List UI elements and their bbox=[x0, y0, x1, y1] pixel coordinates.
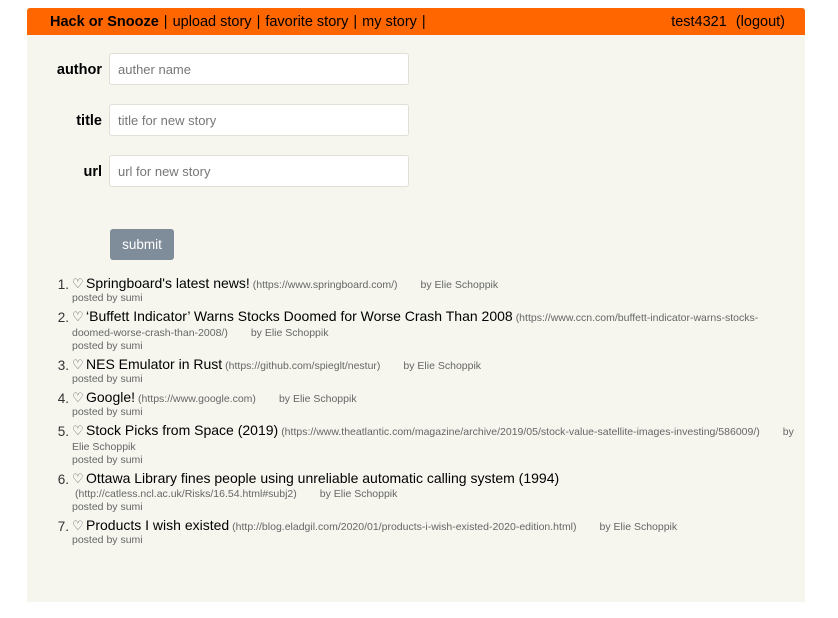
story-item: 3. ♡ NES Emulator in Rust (https://github.… bbox=[58, 357, 798, 385]
story-item: 1. ♡ Springboard's latest news! (https://w… bbox=[58, 276, 798, 304]
story-title-link[interactable]: Google! bbox=[86, 389, 135, 405]
heart-outline-icon[interactable]: ♡ bbox=[72, 391, 86, 405]
story-hostname[interactable]: (https://www.springboard.com/) bbox=[253, 279, 398, 291]
story-title-link[interactable]: Stock Picks from Space (2019) bbox=[86, 422, 278, 438]
brand-link[interactable]: Hack or Snooze bbox=[50, 14, 159, 30]
story-posted-by: posted by sumi bbox=[72, 501, 143, 513]
author-label: author bbox=[56, 62, 102, 78]
story-posted-by: posted by sumi bbox=[72, 340, 143, 352]
heart-outline-icon[interactable]: ♡ bbox=[72, 310, 86, 324]
story-author: by Elie Schoppik bbox=[319, 488, 398, 500]
nav-separator: | bbox=[163, 13, 168, 30]
heart-outline-icon[interactable]: ♡ bbox=[72, 358, 86, 372]
story-number: 5. bbox=[57, 424, 69, 439]
story-title-link[interactable]: Springboard's latest news! bbox=[86, 275, 250, 291]
story-item: 5. ♡ Stock Picks from Space (2019) (https:… bbox=[58, 423, 798, 466]
story-author: by Elie Schoppik bbox=[403, 360, 482, 372]
page-container: Hack or Snooze | upload story | favorite… bbox=[27, 8, 805, 602]
story-author: by Elie Schoppik bbox=[420, 279, 499, 291]
story-hostname[interactable]: (https://www.google.com) bbox=[138, 393, 256, 405]
new-story-form: author title url submit bbox=[27, 35, 805, 275]
submit-button[interactable]: submit bbox=[110, 229, 174, 260]
story-posted-by: posted by sumi bbox=[72, 534, 143, 546]
story-title-link[interactable]: Products I wish existed bbox=[86, 517, 229, 533]
title-label: title bbox=[76, 113, 102, 129]
nav-separator: | bbox=[421, 13, 426, 30]
story-posted-by: posted by sumi bbox=[72, 292, 143, 304]
story-title-link[interactable]: ‘Buffett Indicator’ Warns Stocks Doomed … bbox=[86, 308, 513, 324]
url-row: url bbox=[27, 155, 447, 189]
story-item: 4. ♡ Google! (https://www.google.com) by El… bbox=[58, 390, 798, 418]
story-list: 1. ♡ Springboard's latest news! (https://w… bbox=[58, 276, 798, 551]
story-title-link[interactable]: Ottawa Library fines people using unreli… bbox=[86, 470, 559, 486]
url-input[interactable] bbox=[109, 155, 409, 187]
story-posted-by: posted by sumi bbox=[72, 454, 143, 466]
story-item: 7. ♡ Products I wish existed (http://blog.… bbox=[58, 518, 798, 546]
story-hostname[interactable]: (https://github.com/spieglt/nestur) bbox=[225, 360, 380, 372]
nav-upload-story[interactable]: upload story bbox=[173, 14, 252, 30]
title-input[interactable] bbox=[109, 104, 409, 136]
story-title-link[interactable]: NES Emulator in Rust bbox=[86, 356, 222, 372]
nav-user-area: test4321 (logout) bbox=[671, 8, 785, 35]
nav-my-story[interactable]: my story bbox=[362, 14, 417, 30]
story-posted-by: posted by sumi bbox=[72, 406, 143, 418]
nav-favorite-story[interactable]: favorite story bbox=[265, 14, 348, 30]
story-number: 1. bbox=[57, 277, 69, 292]
nav-separator: | bbox=[353, 13, 358, 30]
logout-link[interactable]: (logout) bbox=[736, 14, 785, 30]
nav-separator: | bbox=[256, 13, 261, 30]
story-number: 6. bbox=[57, 472, 69, 487]
story-author: by Elie Schoppik bbox=[599, 521, 678, 533]
heart-outline-icon[interactable]: ♡ bbox=[72, 424, 86, 438]
top-nav: Hack or Snooze | upload story | favorite… bbox=[27, 8, 805, 35]
url-label: url bbox=[83, 164, 102, 180]
story-hostname[interactable]: (http://catless.ncl.ac.uk/Risks/16.54.ht… bbox=[75, 488, 297, 500]
nav-username[interactable]: test4321 bbox=[671, 14, 727, 30]
story-author: by Elie Schoppik bbox=[278, 393, 357, 405]
story-number: 4. bbox=[57, 391, 69, 406]
heart-outline-icon[interactable]: ♡ bbox=[72, 277, 86, 291]
heart-outline-icon[interactable]: ♡ bbox=[72, 519, 86, 533]
heart-outline-icon[interactable]: ♡ bbox=[72, 472, 86, 486]
story-number: 3. bbox=[57, 358, 69, 373]
author-row: author bbox=[27, 53, 447, 87]
story-number: 2. bbox=[57, 310, 69, 325]
story-author: by Elie Schoppik bbox=[250, 327, 329, 339]
title-row: title bbox=[27, 104, 447, 138]
author-input[interactable] bbox=[109, 53, 409, 85]
story-number: 7. bbox=[57, 519, 69, 534]
story-item: 6. ♡ Ottawa Library fines people using un… bbox=[58, 471, 798, 513]
story-hostname[interactable]: (http://blog.eladgil.com/2020/01/product… bbox=[232, 521, 576, 533]
story-posted-by: posted by sumi bbox=[72, 373, 143, 385]
story-item: 2. ♡ ‘Buffett Indicator’ Warns Stocks Doo… bbox=[58, 309, 798, 352]
story-hostname[interactable]: (https://www.theatlantic.com/magazine/ar… bbox=[281, 426, 760, 438]
